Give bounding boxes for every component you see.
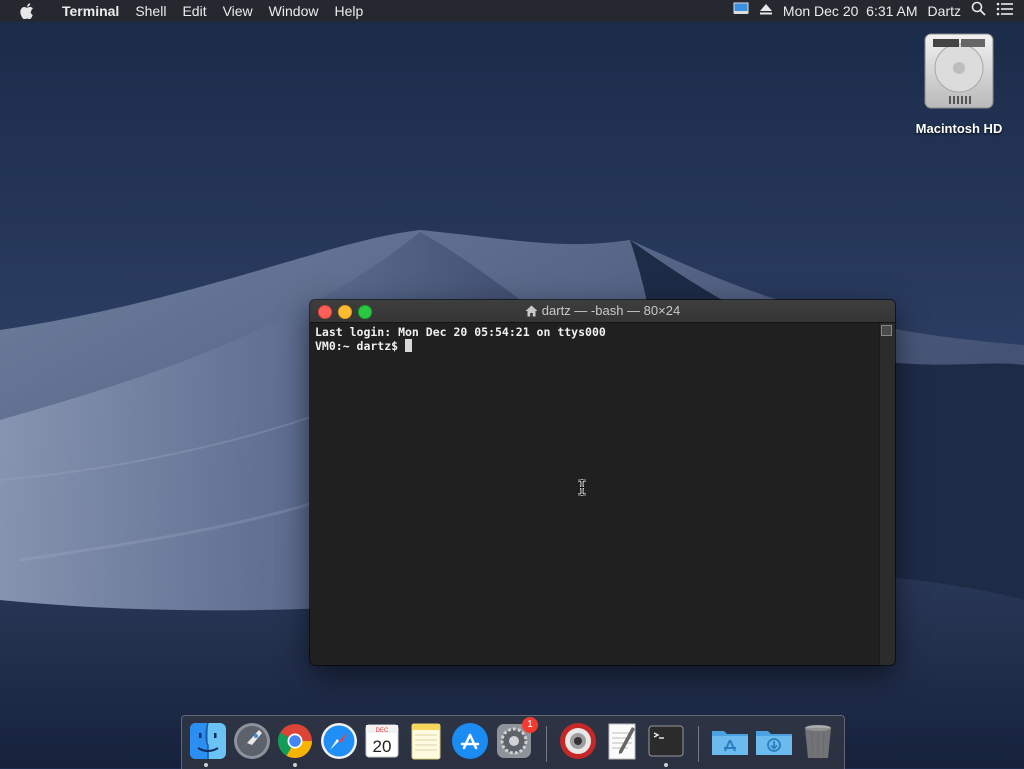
split-pane-button[interactable] xyxy=(881,325,892,336)
compass-icon xyxy=(321,723,357,759)
dock-textedit[interactable] xyxy=(602,721,642,761)
calendar-day: 20 xyxy=(373,737,392,756)
terminal-line-prompt: VM0:~ dartz$ xyxy=(315,339,875,353)
close-button[interactable] xyxy=(318,305,332,319)
downloads-folder-icon xyxy=(756,731,792,755)
menu-edit[interactable]: Edit xyxy=(174,0,214,22)
display-icon[interactable] xyxy=(733,0,749,22)
running-indicator xyxy=(664,763,668,767)
rocket-icon xyxy=(234,723,270,759)
menu-app-terminal[interactable]: Terminal xyxy=(54,0,127,22)
calendar-icon: DEC 20 xyxy=(365,724,399,758)
dock-chrome[interactable] xyxy=(275,721,315,761)
notes-icon xyxy=(411,723,441,760)
dock-terminal[interactable] xyxy=(646,721,686,761)
apple-menu-icon[interactable] xyxy=(20,0,38,22)
minimize-button[interactable] xyxy=(338,305,352,319)
finder-icon xyxy=(190,722,226,759)
search-icon[interactable] xyxy=(971,0,986,22)
camera-icon xyxy=(560,723,596,759)
terminal-window[interactable]: dartz — -bash — 80×24 Last login: Mon De… xyxy=(310,300,895,665)
terminal-title-bar[interactable]: dartz — -bash — 80×24 xyxy=(310,300,895,323)
running-indicator xyxy=(293,763,297,767)
menu-view[interactable]: View xyxy=(215,0,261,22)
terminal-icon xyxy=(648,725,684,757)
terminal-line-login: Last login: Mon Dec 20 05:54:21 on ttys0… xyxy=(315,325,606,339)
menu-help[interactable]: Help xyxy=(326,0,371,22)
dock: DEC 20 1 xyxy=(181,715,845,769)
terminal-scrollbar[interactable] xyxy=(879,323,895,665)
menu-clock[interactable]: Mon Dec 20 6:31 AM xyxy=(783,0,918,22)
ibeam-cursor-icon xyxy=(578,479,586,496)
chrome-icon xyxy=(278,724,312,758)
dock-trash[interactable] xyxy=(798,721,838,761)
trash-icon xyxy=(805,725,831,758)
home-icon xyxy=(525,302,538,324)
dock-notes[interactable] xyxy=(406,721,446,761)
dock-app-store[interactable] xyxy=(450,721,490,761)
terminal-title-text: dartz — -bash — 80×24 xyxy=(541,303,681,318)
applications-folder-icon xyxy=(712,731,748,755)
terminal-content[interactable]: Last login: Mon Dec 20 05:54:21 on ttys0… xyxy=(310,323,880,665)
dock-downloads-folder[interactable] xyxy=(754,721,794,761)
dock-photo-booth[interactable] xyxy=(558,721,598,761)
menu-user[interactable]: Dartz xyxy=(928,0,961,22)
running-indicator xyxy=(204,763,208,767)
dock-calendar[interactable]: DEC 20 xyxy=(362,721,402,761)
eject-icon[interactable] xyxy=(759,0,773,22)
calendar-month: DEC xyxy=(376,728,389,734)
text-cursor xyxy=(405,339,413,352)
terminal-title: dartz — -bash — 80×24 xyxy=(310,300,895,322)
dock-system-preferences[interactable]: 1 xyxy=(494,717,538,761)
terminal-prompt: VM0:~ dartz$ xyxy=(315,339,406,353)
app-store-icon xyxy=(452,723,488,759)
dock-separator xyxy=(698,726,699,762)
notification-badge: 1 xyxy=(522,717,538,733)
dock-separator xyxy=(546,726,547,762)
menu-window[interactable]: Window xyxy=(261,0,327,22)
notification-center-icon[interactable] xyxy=(996,0,1014,22)
hard-drive-icon xyxy=(924,33,994,109)
zoom-button[interactable] xyxy=(358,305,372,319)
dock-finder[interactable] xyxy=(188,721,228,761)
macintosh-hd-desktop-icon[interactable]: Macintosh HD xyxy=(905,32,1013,136)
menu-bar: Terminal Shell Edit View Window Help Mon… xyxy=(0,0,1024,22)
dock-launchpad[interactable] xyxy=(232,721,272,761)
menu-shell[interactable]: Shell xyxy=(127,0,174,22)
dock-applications-folder[interactable] xyxy=(710,721,750,761)
dock-safari[interactable] xyxy=(319,721,359,761)
document-icon xyxy=(608,723,636,760)
desktop-icon-label: Macintosh HD xyxy=(915,121,1003,136)
